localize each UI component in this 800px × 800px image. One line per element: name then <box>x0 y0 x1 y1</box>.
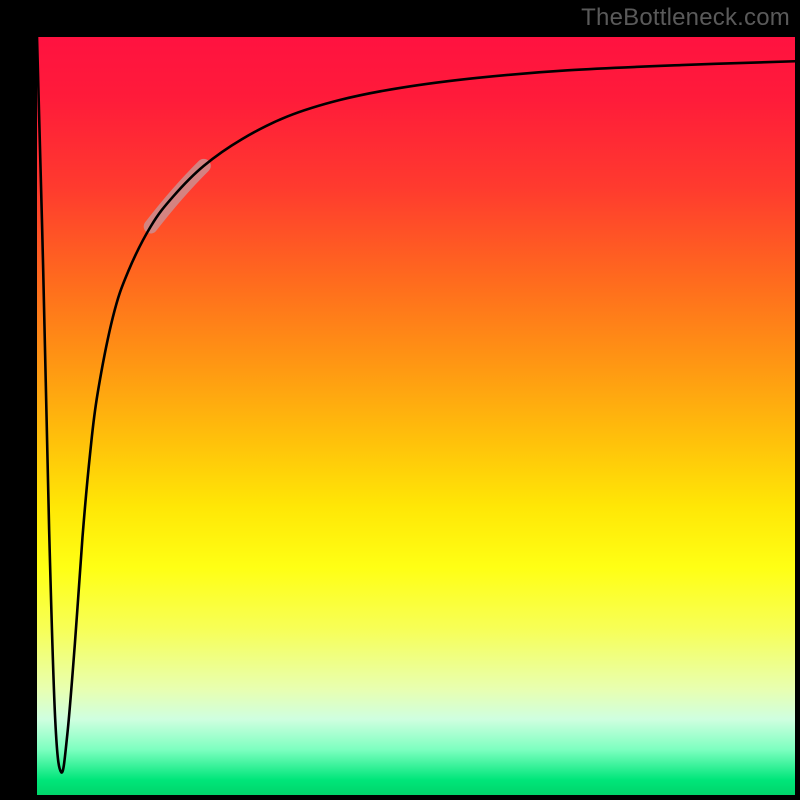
highlight-segment <box>151 166 204 227</box>
plot-area <box>37 37 795 795</box>
main-curve <box>37 37 795 773</box>
chart-frame: TheBottleneck.com <box>0 0 800 800</box>
attribution-text: TheBottleneck.com <box>581 4 790 32</box>
curve-svg <box>37 37 795 795</box>
